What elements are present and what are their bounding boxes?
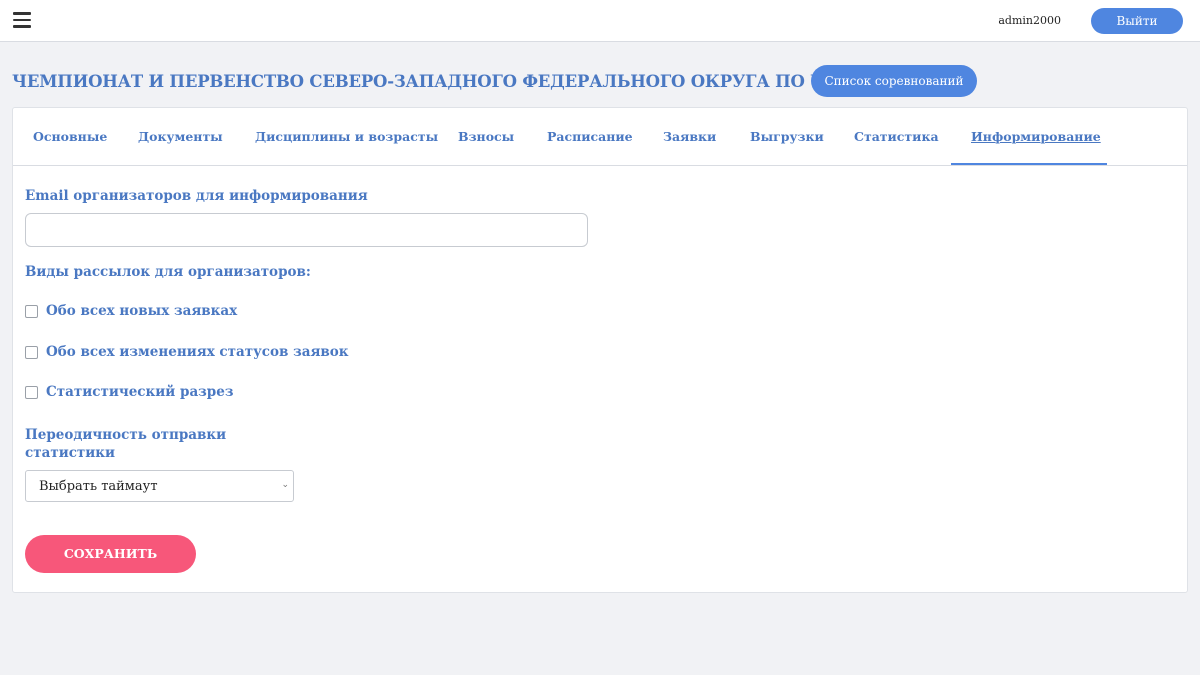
page-title: ЧЕМПИОНАТ И ПЕРВЕНСТВО СЕВЕРО-ЗАПАДНОГО … [12,72,939,91]
mailing-types-label: Виды рассылок для организаторов: [25,264,311,280]
tab-informing[interactable]: Информирование [971,108,1101,166]
tab-schedule[interactable]: Расписание [547,108,633,166]
tab-main[interactable]: Основные [33,108,107,166]
checkbox-label: Статистический разрез [46,384,234,400]
checkbox-label: Обо всех изменениях статусов заявок [46,344,349,360]
timeout-select[interactable]: Выбрать таймаут ⌄ [25,470,294,502]
period-label: Переодичность отправки статистики [25,427,227,461]
logout-button[interactable]: Выйти [1091,8,1183,34]
tab-statistics[interactable]: Статистика [854,108,939,166]
competitions-list-button[interactable]: Список соревнований [811,65,977,97]
checkbox-status-changes[interactable]: Обо всех изменениях статусов заявок [25,344,349,362]
checkbox-box[interactable] [25,346,38,359]
select-value: Выбрать таймаут [39,479,158,494]
top-bar: admin2000 Выйти [0,0,1200,42]
email-input[interactable] [25,213,588,247]
hamburger-menu-icon[interactable] [13,12,31,28]
active-tab-indicator [951,163,1107,165]
tab-applications[interactable]: Заявки [663,108,716,166]
checkbox-statistics-breakdown[interactable]: Статистический разрез [25,384,245,402]
settings-card: Основные Документы Дисциплины и возрасты… [12,107,1188,593]
email-label: Email организаторов для информирования [25,188,368,204]
checkbox-new-applications[interactable]: Обо всех новых заявках [25,303,265,321]
checkbox-label: Обо всех новых заявках [46,303,238,319]
tab-exports[interactable]: Выгрузки [750,108,824,166]
save-button[interactable]: СОХРАНИТЬ [25,535,196,573]
tab-fees[interactable]: Взносы [458,108,514,166]
checkbox-box[interactable] [25,305,38,318]
chevron-down-icon: ⌄ [281,480,289,490]
username: admin2000 [998,14,1061,27]
checkbox-box[interactable] [25,386,38,399]
tab-disciplines[interactable]: Дисциплины и возрасты [255,108,438,166]
tab-documents[interactable]: Документы [138,108,223,166]
tab-bar: Основные Документы Дисциплины и возрасты… [13,108,1187,166]
